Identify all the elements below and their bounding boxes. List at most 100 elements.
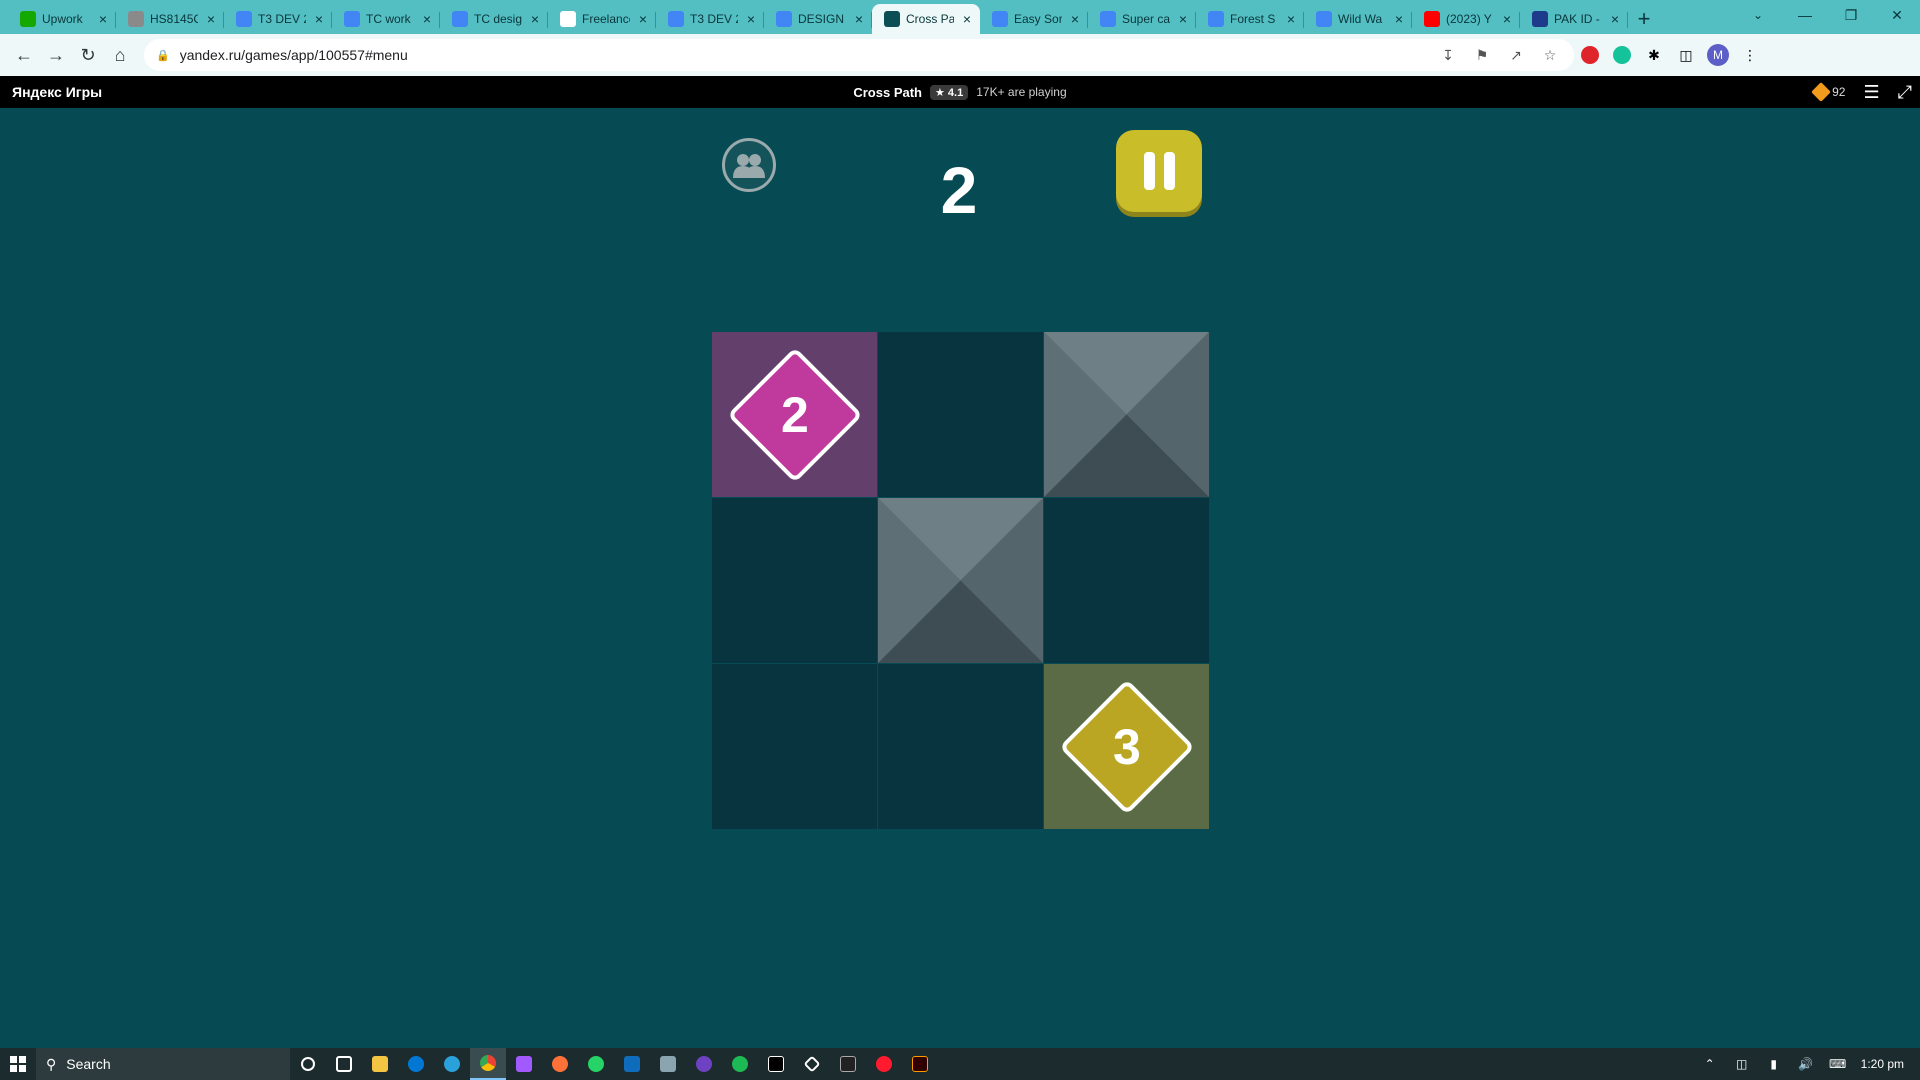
github-desktop-icon[interactable] (686, 1048, 722, 1080)
forward-icon[interactable]: → (40, 39, 72, 71)
opera-taskbar-icon[interactable] (866, 1048, 902, 1080)
browser-tab[interactable]: Freelance × (548, 4, 656, 34)
hamburger-menu-icon[interactable]: ☰ (1863, 82, 1879, 103)
task-view-icon[interactable] (326, 1048, 362, 1080)
skype-icon[interactable] (398, 1048, 434, 1080)
browser-tab[interactable]: HS8145C × (116, 4, 224, 34)
tab-close-icon[interactable]: × (1500, 11, 1514, 27)
mail-icon[interactable] (614, 1048, 650, 1080)
translate-icon[interactable]: ⚑ (1470, 43, 1494, 67)
browser-tab[interactable]: DESIGN × (764, 4, 872, 34)
back-icon[interactable]: ← (8, 39, 40, 71)
coins-balance[interactable]: 92 (1811, 82, 1846, 102)
tab-close-icon[interactable]: × (528, 11, 542, 27)
keyboard-icon[interactable]: ⌨ (1829, 1055, 1847, 1073)
tab-close-icon[interactable]: × (636, 11, 650, 27)
cortana-icon[interactable] (290, 1048, 326, 1080)
network-icon[interactable]: ◫ (1733, 1055, 1751, 1073)
grid-cell-blocked[interactable] (878, 498, 1043, 663)
lock-icon[interactable]: 🔒 (156, 49, 170, 62)
fullscreen-icon[interactable]: ⤢ (1898, 82, 1912, 103)
clock[interactable]: 1:20 pm (1861, 1057, 1904, 1071)
tab-close-icon[interactable]: × (1284, 11, 1298, 27)
extensions-puzzle-icon[interactable]: ✱ (1638, 39, 1670, 71)
install-app-icon[interactable]: ↧ (1436, 43, 1460, 67)
file-explorer-icon[interactable] (362, 1048, 398, 1080)
grid-cell-pink-start[interactable]: 2 (712, 332, 877, 497)
browser-tab[interactable]: PAK ID - × (1520, 4, 1628, 34)
url-text[interactable]: yandex.ru/games/app/100557#menu (180, 47, 1426, 63)
tab-close-icon[interactable]: × (1068, 11, 1082, 27)
jetbrains-icon[interactable] (758, 1048, 794, 1080)
grid-cell-gold-start[interactable]: 3 (1044, 664, 1209, 829)
browser-tab[interactable]: Upwork × (8, 4, 116, 34)
browser-toolbar: ← → ↻ ⌂ 🔒 yandex.ru/games/app/100557#men… (0, 34, 1920, 76)
battery-icon[interactable]: ▮ (1765, 1055, 1783, 1073)
grid-cell-empty[interactable] (878, 664, 1043, 829)
reload-icon[interactable]: ↻ (72, 39, 104, 71)
coins-value: 92 (1832, 85, 1846, 99)
grammarly-extension-icon[interactable] (1606, 39, 1638, 71)
tab-close-icon[interactable]: × (852, 11, 866, 27)
browser-tab[interactable]: Forest S × (1196, 4, 1304, 34)
tab-title: TC design (474, 12, 522, 26)
chrome-menu-icon[interactable]: ⋮ (1734, 39, 1766, 71)
pink-diamond-tile[interactable]: 2 (726, 346, 863, 483)
tab-title: T3 DEV 2 (258, 12, 306, 26)
chrome-taskbar-icon[interactable] (470, 1048, 506, 1080)
grid-cell-blocked[interactable] (1044, 332, 1209, 497)
multiplayer-button[interactable] (722, 138, 776, 192)
tab-search-dropdown-icon[interactable]: ⌄ (1746, 4, 1770, 26)
browser-tab[interactable]: TC work × (332, 4, 440, 34)
new-tab-button[interactable]: + (1628, 4, 1660, 34)
grid-cell-empty[interactable] (1044, 498, 1209, 663)
tab-close-icon[interactable]: × (204, 11, 218, 27)
tab-close-icon[interactable]: × (96, 11, 110, 27)
home-icon[interactable]: ⌂ (104, 39, 136, 71)
rating-badge: ★ 4.1 (930, 84, 969, 100)
browser-tab[interactable]: Cross Path × (872, 4, 980, 34)
illustrator-icon[interactable] (902, 1048, 938, 1080)
green-app-icon[interactable] (722, 1048, 758, 1080)
address-bar[interactable]: 🔒 yandex.ru/games/app/100557#menu ↧ ⚑ ↗ … (144, 39, 1574, 71)
tab-close-icon[interactable]: × (744, 11, 758, 27)
profile-avatar[interactable]: M (1702, 39, 1734, 71)
volume-icon[interactable]: 🔊 (1797, 1055, 1815, 1073)
grid-cell-empty[interactable] (712, 498, 877, 663)
tab-close-icon[interactable]: × (1176, 11, 1190, 27)
browser-tab[interactable]: Easy Sort × (980, 4, 1088, 34)
photos-icon[interactable] (650, 1048, 686, 1080)
browser-tab[interactable]: (2023) Y × (1412, 4, 1520, 34)
side-panel-icon[interactable]: ◫ (1670, 39, 1702, 71)
share-icon[interactable]: ↗ (1504, 43, 1528, 67)
browser-tab[interactable]: T3 DEV 2 × (224, 4, 332, 34)
code-editor-icon[interactable] (830, 1048, 866, 1080)
telegram-icon[interactable] (434, 1048, 470, 1080)
windows-start-icon[interactable] (0, 1048, 36, 1080)
grid-cell-empty[interactable] (712, 664, 877, 829)
tab-close-icon[interactable]: × (1392, 11, 1406, 27)
show-hidden-icons-icon[interactable]: ⌃ (1701, 1055, 1719, 1073)
browser-tab[interactable]: T3 DEV 2 × (656, 4, 764, 34)
whatsapp-icon[interactable] (578, 1048, 614, 1080)
browser-tab[interactable]: Wild Wa × (1304, 4, 1412, 34)
tab-close-icon[interactable]: × (1608, 11, 1622, 27)
tab-close-icon[interactable]: × (420, 11, 434, 27)
figma-icon[interactable] (506, 1048, 542, 1080)
grid-cell-empty[interactable] (878, 332, 1043, 497)
windows-taskbar: ⚲ Search ⌃ ◫ ▮ 🔊 ⌨ 1:20 pm (0, 1048, 1920, 1080)
pause-button[interactable] (1116, 130, 1202, 212)
tab-close-icon[interactable]: × (960, 11, 974, 27)
taskbar-search[interactable]: ⚲ Search (36, 1048, 290, 1080)
browser-tab[interactable]: TC design × (440, 4, 548, 34)
gold-diamond-tile[interactable]: 3 (1058, 678, 1195, 815)
unity-icon[interactable] (794, 1048, 830, 1080)
bookmark-star-icon[interactable]: ☆ (1538, 43, 1562, 67)
close-window-button[interactable]: ✕ (1874, 0, 1920, 30)
opera-extension-icon[interactable] (1574, 39, 1606, 71)
minimize-button[interactable]: — (1782, 0, 1828, 30)
tab-close-icon[interactable]: × (312, 11, 326, 27)
browser-tab[interactable]: Super ca × (1088, 4, 1196, 34)
restore-button[interactable]: ❐ (1828, 0, 1874, 30)
firefox-icon[interactable] (542, 1048, 578, 1080)
